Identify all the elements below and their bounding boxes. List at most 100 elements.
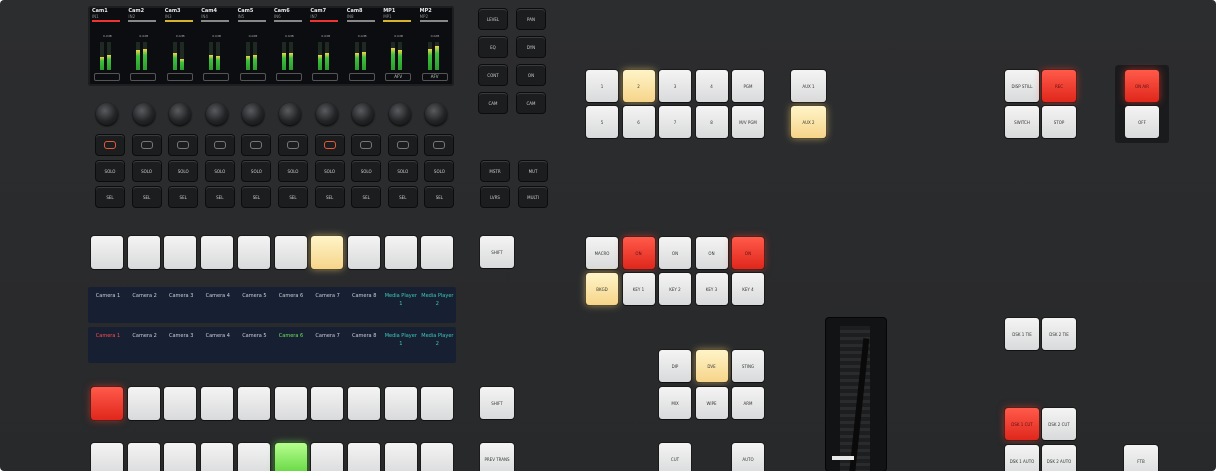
number-pad-button[interactable]: 6 bbox=[622, 106, 655, 138]
preview-source-button[interactable] bbox=[201, 443, 234, 471]
aux-source-button[interactable] bbox=[164, 236, 197, 269]
audio-mute-button[interactable] bbox=[279, 135, 307, 155]
audio-solo-button[interactable]: SOLO bbox=[279, 161, 307, 181]
audio-function-button[interactable]: ON bbox=[517, 65, 545, 85]
keyer-on-button[interactable]: ON bbox=[732, 237, 764, 269]
program-source-button[interactable] bbox=[274, 387, 307, 420]
cut-button[interactable]: CUT bbox=[659, 443, 691, 471]
prev-trans-button[interactable]: PREV TRANS bbox=[480, 443, 514, 471]
number-pad-button[interactable]: 5 bbox=[586, 106, 618, 138]
program-source-button[interactable] bbox=[347, 387, 380, 420]
audio-gain-knob[interactable] bbox=[242, 103, 265, 125]
audio-mute-button[interactable] bbox=[352, 135, 381, 155]
number-pad-button[interactable]: 3 bbox=[659, 70, 691, 102]
program-source-button[interactable] bbox=[384, 387, 417, 420]
preview-source-button[interactable] bbox=[127, 443, 160, 471]
program-source-button[interactable] bbox=[127, 387, 160, 420]
audio-mute-button[interactable] bbox=[315, 135, 344, 155]
audio-gain-knob[interactable] bbox=[132, 103, 155, 125]
next-transition-button[interactable]: KEY 2 bbox=[659, 273, 691, 305]
audio-sel-button[interactable]: SEL bbox=[132, 187, 161, 207]
audio-function-button[interactable]: DYN bbox=[517, 37, 545, 57]
number-pad-button[interactable]: M/V PGM bbox=[732, 106, 764, 138]
keyer-on-button[interactable]: ON bbox=[695, 237, 728, 269]
audio-master-button[interactable]: MSTR bbox=[481, 161, 509, 181]
preview-source-button[interactable] bbox=[347, 443, 380, 471]
dsk-tie-button[interactable]: DSK 1 TIE bbox=[1005, 318, 1039, 350]
audio-mute-button[interactable] bbox=[388, 135, 417, 155]
keyer-on-button[interactable]: ON bbox=[659, 237, 691, 269]
aux-source-button[interactable] bbox=[237, 236, 270, 269]
audio-gain-knob[interactable] bbox=[315, 103, 338, 125]
record-control-button[interactable]: REC bbox=[1042, 70, 1076, 102]
preview-source-button[interactable] bbox=[164, 443, 197, 471]
dsk-tie-button[interactable]: DSK 2 TIE bbox=[1042, 318, 1076, 350]
preview-source-button[interactable] bbox=[311, 443, 344, 471]
aux-source-button[interactable] bbox=[347, 236, 380, 269]
aux-source-button[interactable] bbox=[274, 236, 307, 269]
program-source-button[interactable] bbox=[421, 387, 454, 420]
transition-style-button[interactable]: WIPE bbox=[695, 387, 728, 419]
auto-button[interactable]: AUTO bbox=[732, 443, 764, 471]
program-source-button[interactable] bbox=[91, 387, 123, 420]
on-air-button[interactable]: ON AIR bbox=[1125, 70, 1159, 102]
off-air-button[interactable]: OFF bbox=[1125, 106, 1159, 138]
dsk-auto-button[interactable]: DSK 1 AUTO bbox=[1005, 445, 1039, 471]
dsk-auto-button[interactable]: DSK 2 AUTO bbox=[1042, 445, 1076, 471]
aux-select-button[interactable]: AUX 1 bbox=[791, 70, 826, 102]
dsk-cut-button[interactable]: DSK 1 CUT bbox=[1005, 408, 1039, 440]
number-pad-button[interactable]: PGM bbox=[732, 70, 764, 102]
audio-mute-button[interactable] bbox=[205, 135, 234, 155]
audio-function-button[interactable]: PAN bbox=[517, 9, 545, 29]
audio-solo-button[interactable]: SOLO bbox=[242, 161, 271, 181]
record-control-button[interactable]: STOP bbox=[1042, 106, 1076, 138]
record-control-button[interactable]: DISP STILL bbox=[1005, 70, 1039, 102]
audio-master-button[interactable]: LVRS bbox=[481, 187, 509, 207]
program-source-button[interactable] bbox=[311, 387, 344, 420]
audio-gain-knob[interactable] bbox=[169, 103, 192, 125]
audio-sel-button[interactable]: SEL bbox=[205, 187, 234, 207]
program-source-button[interactable] bbox=[164, 387, 197, 420]
program-source-button[interactable] bbox=[237, 387, 270, 420]
audio-gain-knob[interactable] bbox=[96, 103, 118, 125]
audio-gain-knob[interactable] bbox=[388, 103, 411, 125]
audio-master-button[interactable]: MUT bbox=[519, 161, 547, 181]
next-transition-button[interactable]: KEY 1 bbox=[622, 273, 655, 305]
audio-sel-button[interactable]: SEL bbox=[388, 187, 417, 207]
aux-source-button[interactable] bbox=[384, 236, 417, 269]
audio-solo-button[interactable]: SOLO bbox=[96, 161, 124, 181]
audio-function-button[interactable]: LEVEL bbox=[479, 9, 507, 29]
transition-style-button[interactable]: ARM bbox=[732, 387, 764, 419]
audio-sel-button[interactable]: SEL bbox=[242, 187, 271, 207]
audio-function-button[interactable]: CAM bbox=[479, 93, 507, 113]
transition-style-button[interactable]: DVE bbox=[695, 350, 728, 382]
audio-sel-button[interactable]: SEL bbox=[425, 187, 454, 207]
audio-mute-button[interactable] bbox=[425, 135, 454, 155]
program-source-button[interactable] bbox=[201, 387, 234, 420]
aux-source-button[interactable] bbox=[127, 236, 160, 269]
next-transition-button[interactable]: BKGD bbox=[586, 273, 618, 305]
aux-source-button[interactable] bbox=[421, 236, 454, 269]
dsk-cut-button[interactable]: DSK 2 CUT bbox=[1042, 408, 1076, 440]
audio-gain-knob[interactable] bbox=[352, 103, 375, 125]
audio-function-button[interactable]: CONT bbox=[479, 65, 507, 85]
audio-solo-button[interactable]: SOLO bbox=[132, 161, 161, 181]
record-control-button[interactable]: SWITCH bbox=[1005, 106, 1039, 138]
audio-sel-button[interactable]: SEL bbox=[96, 187, 124, 207]
keyer-on-button[interactable]: ON bbox=[622, 237, 655, 269]
audio-mute-button[interactable] bbox=[96, 135, 124, 155]
audio-solo-button[interactable]: SOLO bbox=[352, 161, 381, 181]
aux-select-button[interactable]: AUX 2 bbox=[791, 106, 826, 138]
shift-button-top[interactable]: SHIFT bbox=[480, 236, 514, 268]
preview-source-button[interactable] bbox=[274, 443, 307, 471]
audio-gain-knob[interactable] bbox=[425, 103, 448, 125]
audio-sel-button[interactable]: SEL bbox=[279, 187, 307, 207]
transition-fader[interactable] bbox=[826, 318, 886, 471]
next-transition-button[interactable]: KEY 4 bbox=[732, 273, 764, 305]
preview-source-button[interactable] bbox=[91, 443, 123, 471]
preview-source-button[interactable] bbox=[384, 443, 417, 471]
preview-source-button[interactable] bbox=[237, 443, 270, 471]
number-pad-button[interactable]: 7 bbox=[659, 106, 691, 138]
aux-source-button[interactable] bbox=[91, 236, 123, 269]
number-pad-button[interactable]: 2 bbox=[622, 70, 655, 102]
